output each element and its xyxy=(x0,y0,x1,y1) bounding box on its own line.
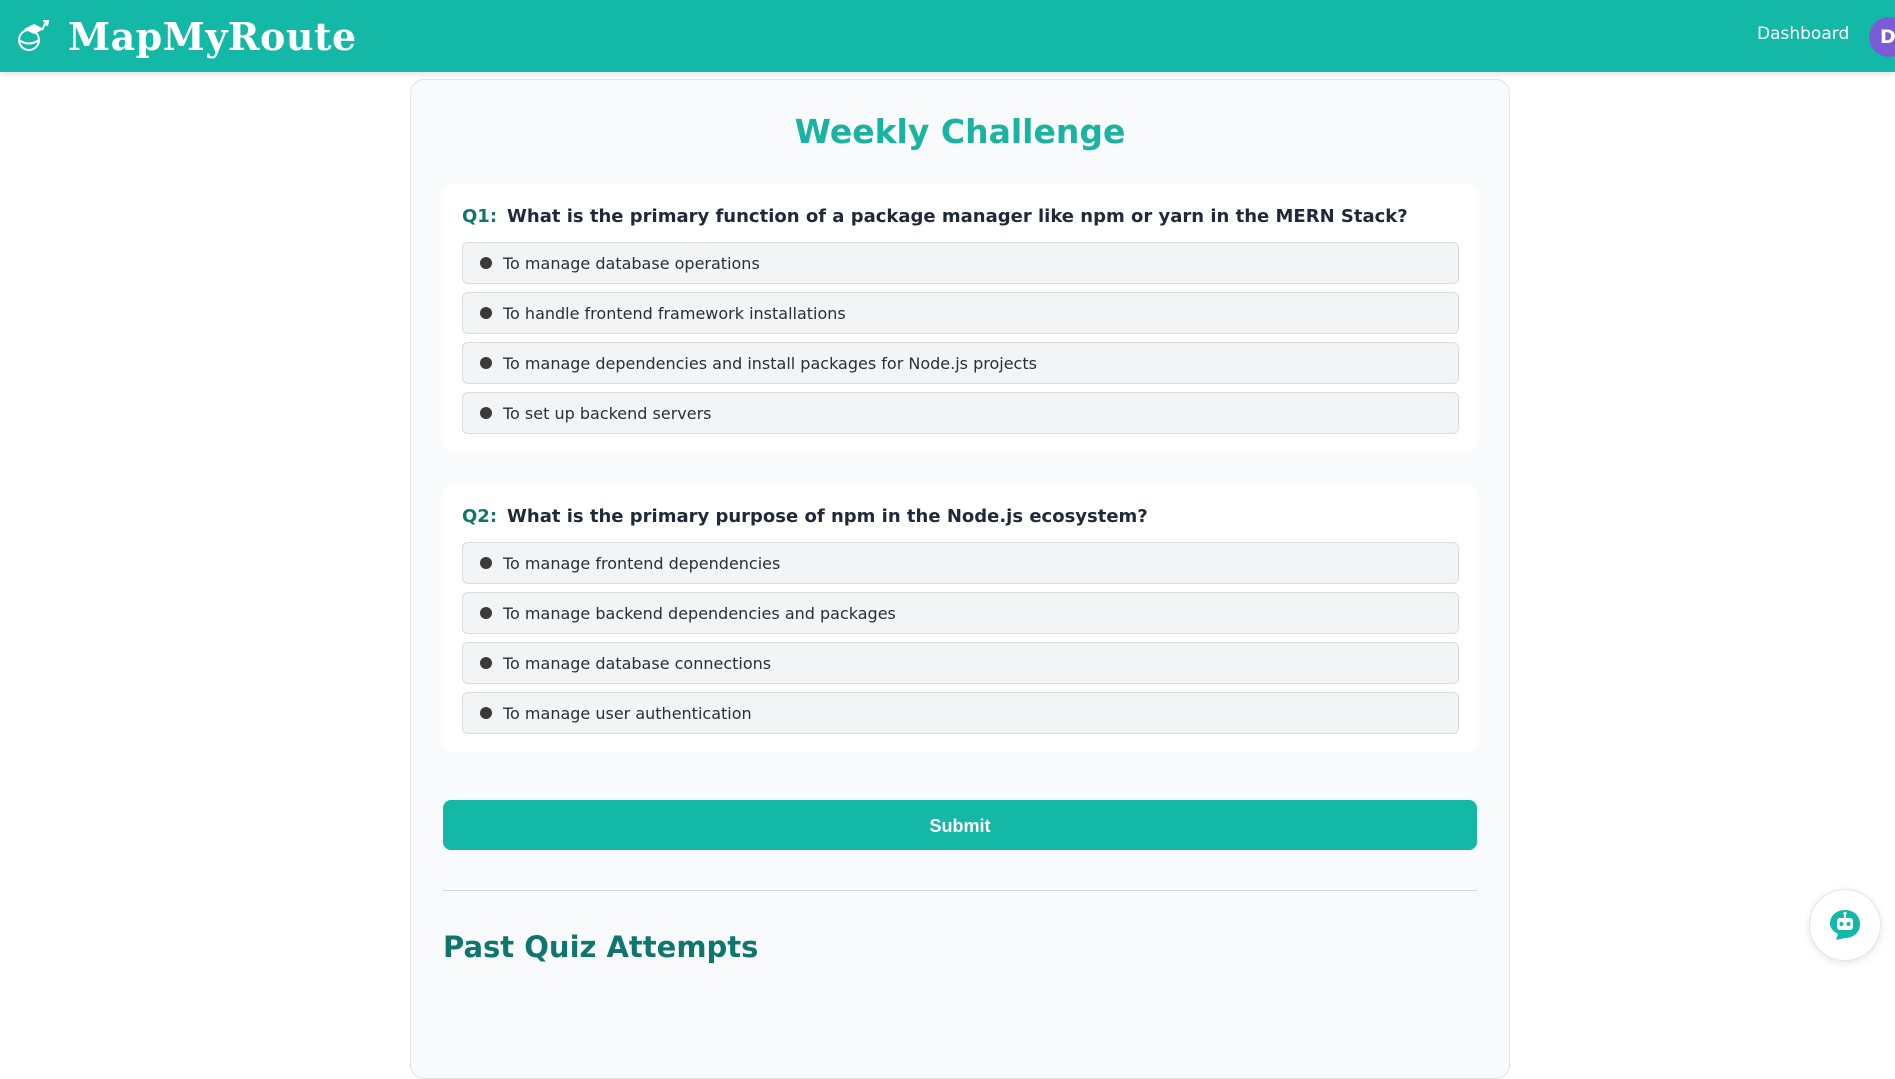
chat-widget-button[interactable] xyxy=(1809,889,1881,961)
question-text: What is the primary function of a packag… xyxy=(507,206,1408,227)
answer-option-label: To set up backend servers xyxy=(503,404,712,423)
radio-dot-icon xyxy=(480,707,492,719)
answer-option-label: To manage database operations xyxy=(503,254,760,273)
answer-option[interactable]: To manage database connections xyxy=(462,642,1459,684)
question-number: Q1: xyxy=(462,206,498,227)
answer-option[interactable]: To manage backend dependencies and packa… xyxy=(462,592,1459,634)
answer-option[interactable]: To manage database operations xyxy=(462,242,1459,284)
past-attempts-heading: Past Quiz Attempts xyxy=(443,930,759,964)
answer-option[interactable]: To handle frontend framework installatio… xyxy=(462,292,1459,334)
radio-dot-icon xyxy=(480,557,492,569)
question-text: What is the primary purpose of npm in th… xyxy=(507,506,1148,527)
brand-name: MapMyRoute xyxy=(68,14,357,59)
answer-option-label: To manage frontend dependencies xyxy=(503,554,781,573)
radio-dot-icon xyxy=(480,657,492,669)
radio-dot-icon xyxy=(480,257,492,269)
answer-option-label: To manage backend dependencies and packa… xyxy=(503,604,896,623)
avatar[interactable]: D xyxy=(1869,17,1895,57)
answer-option[interactable]: To set up backend servers xyxy=(462,392,1459,434)
chatbot-icon xyxy=(1828,908,1862,942)
section-divider xyxy=(443,890,1477,891)
answer-option-label: To handle frontend framework installatio… xyxy=(503,304,846,323)
answer-option-label: To manage user authentication xyxy=(503,704,752,723)
radio-dot-icon xyxy=(480,307,492,319)
weekly-challenge-card: Weekly Challenge Q1: What is the primary … xyxy=(410,79,1510,1079)
top-navbar: MapMyRoute Dashboard D xyxy=(0,0,1895,72)
question-number: Q2: xyxy=(462,506,498,527)
radio-dot-icon xyxy=(480,407,492,419)
question-card-1: Q1: What is the primary function of a pac… xyxy=(443,184,1477,452)
answer-option[interactable]: To manage user authentication xyxy=(462,692,1459,734)
radio-dot-icon xyxy=(480,357,492,369)
question-card-2: Q2: What is the primary purpose of npm in… xyxy=(443,484,1477,752)
submit-button[interactable]: Submit xyxy=(443,800,1477,850)
nav-dashboard-link[interactable]: Dashboard xyxy=(1757,24,1849,44)
radio-dot-icon xyxy=(480,607,492,619)
page-title: Weekly Challenge xyxy=(794,112,1126,151)
question-header: Q1: What is the primary function of a pac… xyxy=(462,206,1408,227)
question-header: Q2: What is the primary purpose of npm in… xyxy=(462,506,1148,527)
answer-option-label: To manage dependencies and install packa… xyxy=(503,354,1037,373)
answer-option[interactable]: To manage dependencies and install packa… xyxy=(462,342,1459,384)
graduation-cap-icon xyxy=(12,17,52,57)
brand-logo[interactable]: MapMyRoute xyxy=(12,14,357,59)
answer-option-label: To manage database connections xyxy=(503,654,772,673)
answer-option[interactable]: To manage frontend dependencies xyxy=(462,542,1459,584)
